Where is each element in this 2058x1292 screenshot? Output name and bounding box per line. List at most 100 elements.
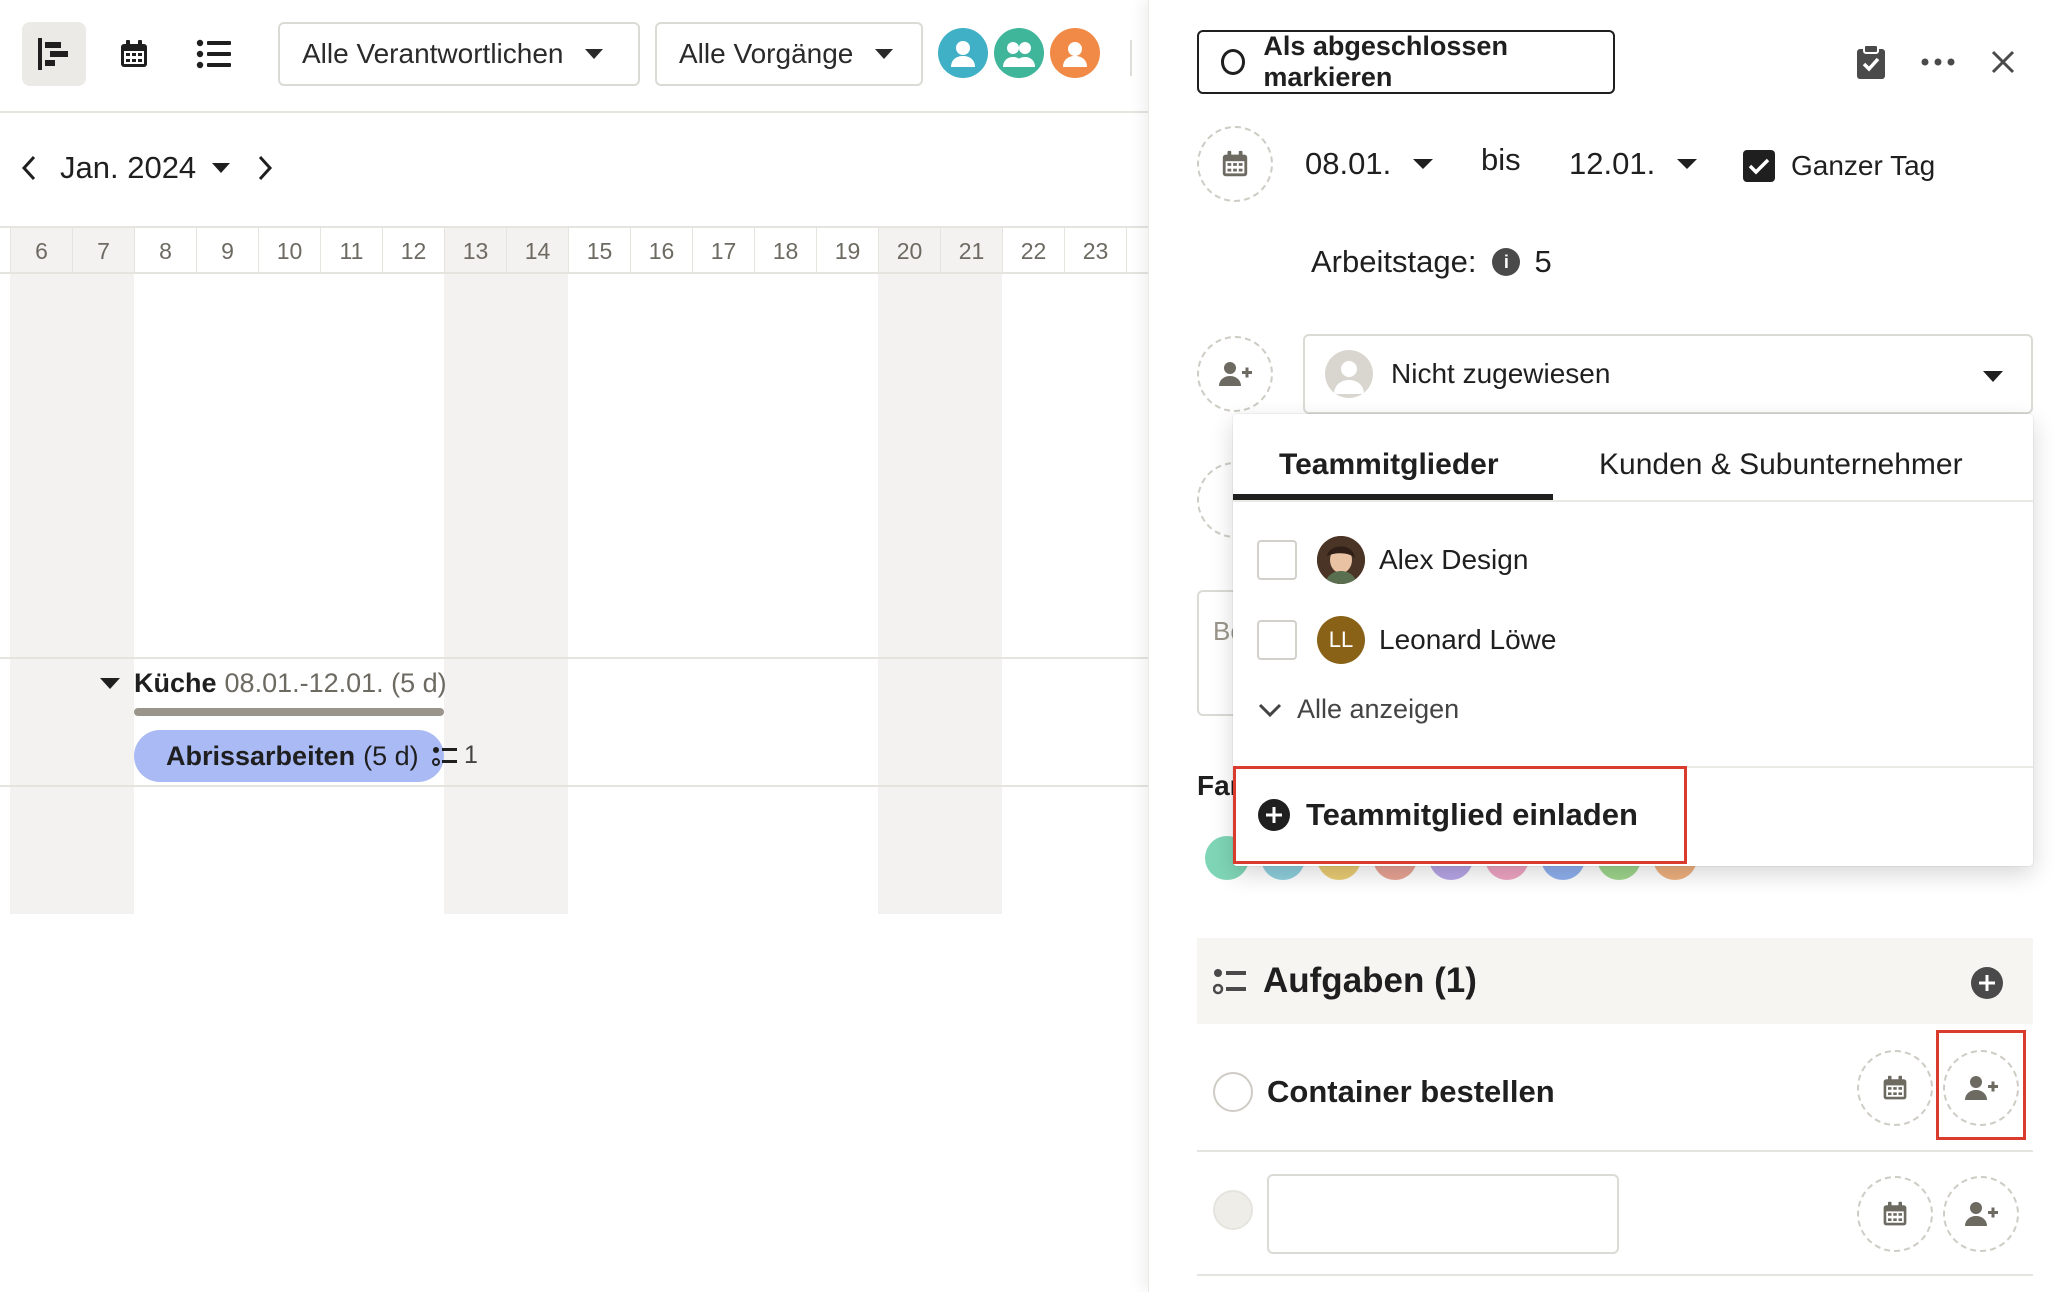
list-view-button[interactable]: [182, 22, 246, 86]
weekend-column: [878, 274, 940, 914]
start-date-value: 08.01.: [1305, 146, 1392, 181]
tab-kunden-subunternehmer[interactable]: Kunden & Subunternehmer: [1599, 436, 1963, 494]
new-task-date-button[interactable]: [1857, 1176, 1933, 1252]
chevron-down-icon: [1413, 159, 1434, 169]
row-divider: [0, 785, 1148, 787]
highlight-frame: [1936, 1030, 2026, 1140]
start-date-select[interactable]: 08.01.: [1305, 146, 1434, 182]
all-day-label: Ganzer Tag: [1791, 150, 1936, 181]
show-all-label: Alle anzeigen: [1297, 694, 1460, 724]
mark-complete-label: Als abgeschlossen markieren: [1263, 31, 1508, 92]
invite-team-member-button[interactable]: Teammitglied einladen: [1233, 766, 1687, 864]
member-row-leonard[interactable]: LL Leonard Löwe: [1257, 616, 1556, 664]
add-user-icon: [1219, 362, 1252, 386]
show-all-button[interactable]: Alle anzeigen: [1257, 694, 1459, 725]
assign-popup: Teammitglieder Kunden & Subunternehmer A…: [1233, 414, 2033, 866]
more-horizontal-icon: [1921, 58, 1955, 66]
task-date-button[interactable]: [1857, 1050, 1933, 1126]
team-icon: [1003, 42, 1035, 67]
all-day-checkbox[interactable]: [1743, 150, 1775, 182]
date-range-separator: bis: [1481, 142, 1521, 178]
member-checkbox[interactable]: [1257, 540, 1297, 580]
clipboard-check-icon: [1857, 44, 1885, 79]
task-bar-name: Abrissarbeiten: [166, 740, 356, 771]
day-header-cell: 13: [444, 228, 506, 272]
tasks-header: Aufgaben (1): [1197, 938, 2033, 1024]
responsible-filter-dropdown[interactable]: Alle Verantwortlichen: [278, 22, 640, 86]
chevron-down-icon: [585, 49, 604, 59]
tab-kunden-label: Kunden & Subunternehmer: [1599, 448, 1963, 481]
assignee-dropdown[interactable]: Nicht zugewiesen: [1303, 334, 2033, 414]
filter-avatar-person[interactable]: [938, 28, 988, 78]
clipboard-button[interactable]: [1855, 44, 1887, 85]
plus-circle-icon: [1258, 799, 1290, 831]
chevron-down-icon: [212, 163, 231, 173]
photo-avatar-icon: [1317, 536, 1365, 584]
close-panel-button[interactable]: [1989, 48, 2017, 81]
task-complete-checkbox[interactable]: [1213, 1072, 1253, 1112]
customer-icon: [1063, 42, 1087, 67]
chevron-down-icon: [875, 49, 894, 59]
day-header-cell: 7: [72, 228, 134, 272]
month-label: Jan. 2024: [60, 150, 197, 185]
info-icon[interactable]: i: [1492, 248, 1521, 276]
filter-avatar-team[interactable]: [994, 28, 1044, 78]
more-options-button[interactable]: [1921, 48, 1955, 81]
add-task-button[interactable]: [1971, 967, 2003, 999]
calendar-icon: [1883, 1201, 1907, 1226]
gantt-icon: [38, 38, 68, 70]
weekend-column: [506, 274, 568, 914]
day-header-cell: 23: [1064, 228, 1126, 272]
chevron-left-icon: [21, 155, 36, 181]
collapse-caret-icon[interactable]: [100, 678, 120, 689]
previous-month-button[interactable]: [14, 154, 44, 182]
calendar-view-button[interactable]: [102, 22, 166, 86]
subtask-count: 1: [432, 741, 478, 770]
person-icon: [1334, 361, 1364, 394]
weekend-column: [72, 274, 134, 914]
process-filter-value: Alle Vorgänge: [679, 38, 854, 69]
month-picker[interactable]: Jan. 2024: [60, 150, 231, 186]
month-navigation: Jan. 2024: [14, 148, 280, 188]
checkmark-icon: [1748, 158, 1770, 175]
avatar-initials: LL: [1328, 627, 1354, 652]
subtask-list-icon: [432, 746, 457, 766]
member-row-alex[interactable]: Alex Design: [1257, 536, 1528, 584]
active-tab-indicator: [1233, 494, 1553, 500]
weekend-column: [940, 274, 1002, 914]
responsible-filter-value: Alle Verantwortlichen: [302, 38, 564, 69]
day-header-cell: 9: [196, 228, 258, 272]
task-bar-abrissarbeiten[interactable]: Abrissarbeiten (5 d): [134, 730, 444, 782]
member-checkbox[interactable]: [1257, 620, 1297, 660]
group-name: Küche: [134, 668, 217, 698]
date-range-word: bis: [1481, 142, 1521, 177]
filter-avatar-customer[interactable]: [1050, 28, 1100, 78]
group-range: 08.01.-12.01. (5 d): [224, 668, 447, 698]
end-date-select[interactable]: 12.01.: [1569, 146, 1698, 182]
avatar: LL: [1317, 616, 1365, 664]
next-month-button[interactable]: [250, 154, 280, 182]
day-header-cell: 8: [134, 228, 196, 272]
person-icon: [951, 41, 975, 67]
task-row: Container bestellen: [1197, 1030, 2033, 1152]
day-header-cell: 16: [630, 228, 692, 272]
all-day-toggle[interactable]: Ganzer Tag: [1743, 150, 1935, 182]
chevron-down-icon: [1677, 159, 1698, 169]
process-filter-dropdown[interactable]: Alle Vorgänge: [655, 22, 923, 86]
list-icon: [196, 39, 231, 69]
plus-icon: [1979, 975, 1995, 991]
unassigned-avatar: [1325, 350, 1373, 398]
invite-label: Teammitglied einladen: [1306, 797, 1638, 832]
new-task-row: [1197, 1152, 2033, 1276]
new-task-input[interactable]: [1267, 1174, 1619, 1254]
mark-complete-button[interactable]: Als abgeschlossen markieren: [1197, 30, 1615, 94]
gantt-view-button[interactable]: [22, 22, 86, 86]
group-kueche[interactable]: Küche 08.01.-12.01. (5 d): [100, 668, 447, 699]
assign-user-icon[interactable]: [1197, 336, 1273, 412]
member-name: Alex Design: [1379, 544, 1529, 575]
tab-teammitglieder[interactable]: Teammitglieder: [1279, 436, 1499, 494]
calendar-icon: [1222, 150, 1248, 177]
new-task-assign-button[interactable]: [1943, 1176, 2019, 1252]
task-name[interactable]: Container bestellen: [1267, 1074, 1555, 1110]
day-header-cell: 22: [1002, 228, 1064, 272]
